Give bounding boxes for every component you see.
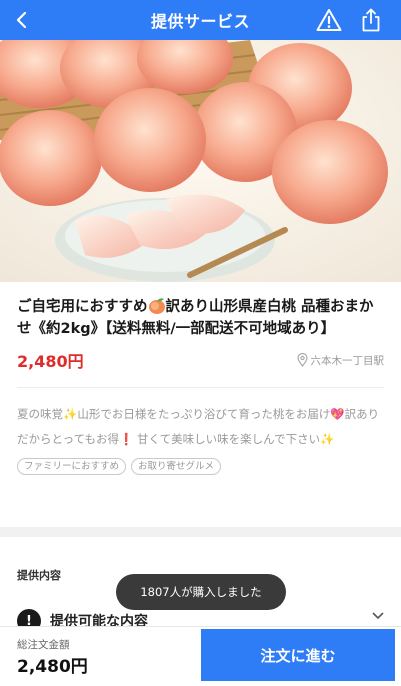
chevron-down-icon[interactable] <box>372 612 384 620</box>
page-title: 提供サービス <box>150 12 250 31</box>
product-description: 夏の味覚✨山形でお日様をたっぷり浴びて育った桃をお届け💖訳ありだからとってもお得… <box>17 402 384 452</box>
tag-list: ファミリーにおすすめ お取り寄せグルメ <box>17 458 384 475</box>
report-button[interactable] <box>309 0 349 40</box>
share-button[interactable] <box>355 0 387 40</box>
toast-text: 1807人が購入しました <box>140 585 262 599</box>
sparkle-emoji: ✨ <box>63 407 78 421</box>
peach-emoji <box>148 298 165 314</box>
purchase-count-toast: 1807人が購入しました <box>116 574 286 610</box>
description-text: 夏の味覚 <box>17 407 63 421</box>
product-price: 2,480円 <box>17 352 84 371</box>
tag-gourmet[interactable]: お取り寄せグルメ <box>131 458 222 475</box>
back-button[interactable] <box>2 0 42 40</box>
description-text: 山形でお日様をたっぷり浴びて育った桃をお届け <box>77 407 331 421</box>
total-label: 総注文金額 <box>17 639 70 651</box>
product-title-part1: ご自宅用におすすめ <box>17 299 148 315</box>
heart-emoji: 💖 <box>330 407 345 421</box>
location[interactable]: 六本木一丁目駅 <box>296 353 385 368</box>
proceed-to-order-button[interactable]: 注文に進む <box>201 629 395 681</box>
sparkle-emoji: ✨ <box>320 432 335 446</box>
section-separator <box>0 527 401 537</box>
location-text: 六本木一丁目駅 <box>310 354 385 367</box>
chevron-left-icon <box>16 11 27 29</box>
product-title: ご自宅用におすすめ 訳あり山形県産白桃 品種おまかせ《約2kg》【送料無料/一部… <box>17 296 384 340</box>
tag-family[interactable]: ファミリーにおすすめ <box>17 458 127 475</box>
exclamation-emoji: ❗ <box>119 432 134 446</box>
map-pin-icon <box>296 353 308 367</box>
app-header: 提供サービス <box>0 0 401 40</box>
total-value: 2,480円 <box>17 657 88 677</box>
price-row: 2,480円 六本木一丁目駅 <box>17 348 384 372</box>
description-text: 甘くて美味しい味を楽しんで下さい <box>133 432 321 446</box>
warning-icon <box>316 9 342 31</box>
section-title: 提供内容 <box>17 569 61 582</box>
share-icon <box>362 8 380 32</box>
divider <box>17 387 384 388</box>
bottom-bar: 総注文金額 2,480円 注文に進む <box>0 626 401 686</box>
product-photo <box>0 40 401 282</box>
product-info: ご自宅用におすすめ 訳あり山形県産白桃 品種おまかせ《約2kg》【送料無料/一部… <box>0 282 401 475</box>
